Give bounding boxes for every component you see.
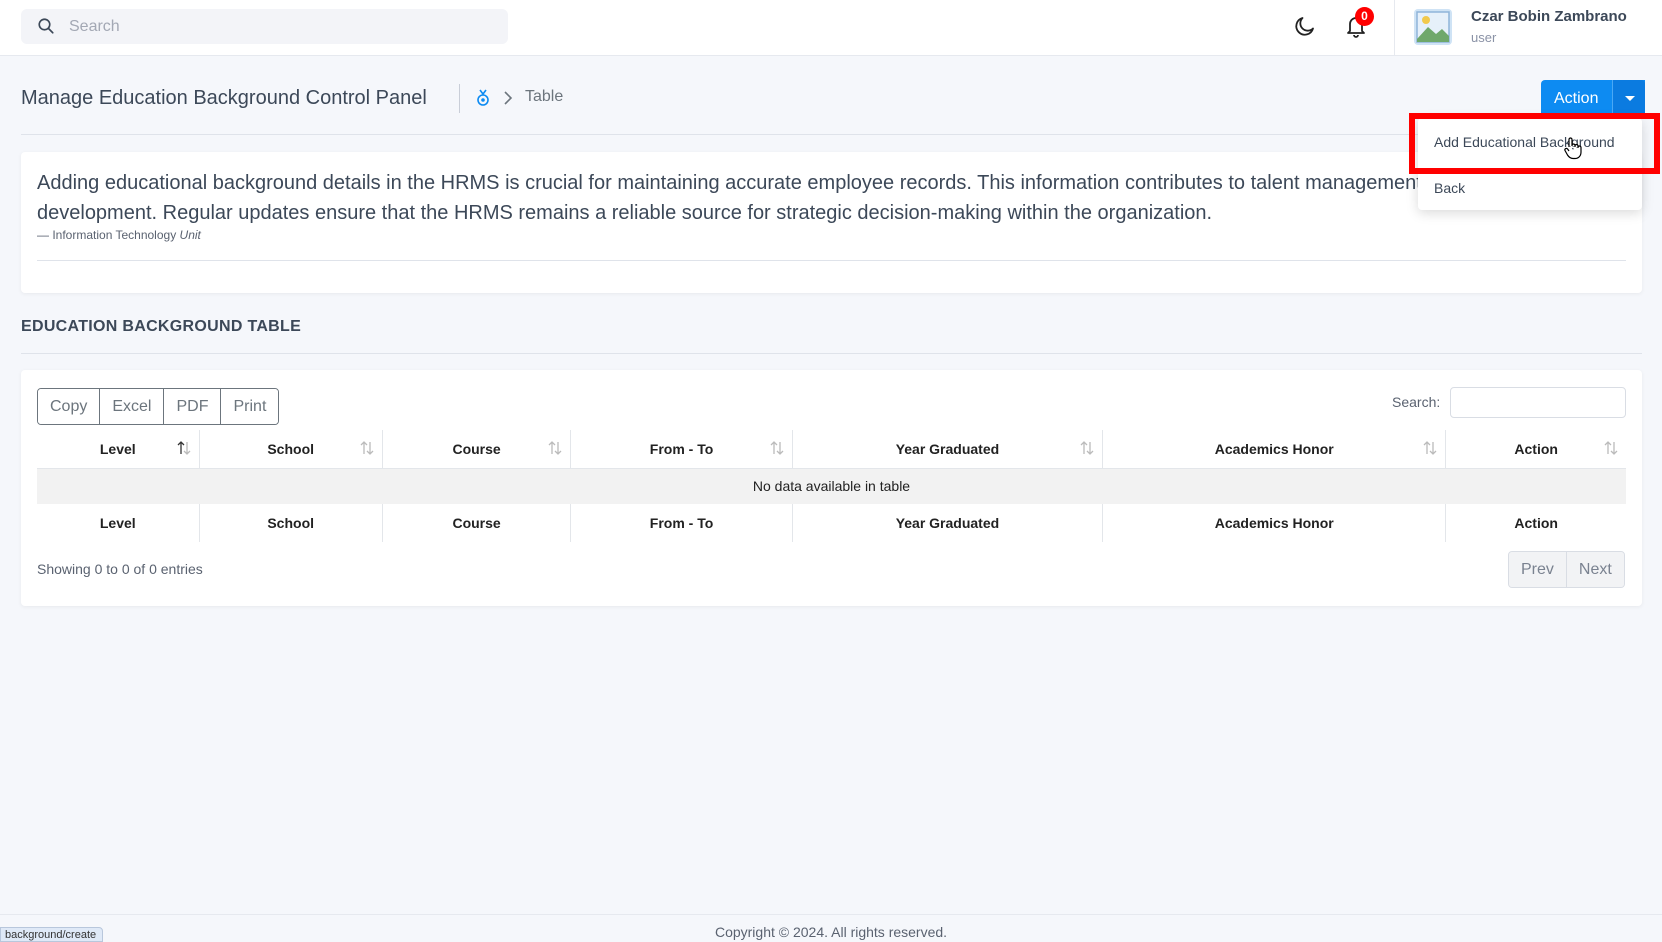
sort-icon[interactable]	[770, 440, 784, 456]
page-title: Manage Education Background Control Pane…	[21, 87, 427, 109]
action-dropdown-menu: Add Educational Background Back	[1418, 118, 1642, 210]
column-header-academics-honor[interactable]: Academics Honor	[1102, 430, 1447, 469]
user-name[interactable]: Czar Bobin Zambrano	[1471, 8, 1627, 25]
quote-attribution: — Information Technology Unit	[37, 228, 201, 242]
table-empty-row: No data available in table	[37, 468, 1626, 504]
sort-icon[interactable]	[1080, 440, 1094, 456]
header-divider-line	[21, 134, 1642, 135]
footer-column-school: School	[199, 504, 383, 542]
quote-source: Information Technology	[52, 228, 177, 242]
sort-icon[interactable]	[360, 440, 374, 456]
pagination: Prev Next	[1508, 551, 1625, 588]
footer-column-course: Course	[382, 504, 572, 542]
top-navbar: 0 Czar Bobin Zambrano user	[0, 0, 1662, 56]
quote-divider	[37, 260, 1626, 261]
footer-column-year-graduated: Year Graduated	[792, 504, 1104, 542]
footer-column-from-to: From - To	[570, 504, 793, 542]
quote-source-emphasis: Unit	[179, 228, 201, 242]
info-card: Adding educational background details in…	[21, 152, 1642, 293]
excel-button[interactable]: Excel	[100, 389, 165, 424]
next-page-button[interactable]: Next	[1565, 552, 1624, 587]
copyright-text: Copyright © 2024. All rights reserved.	[714, 924, 948, 940]
sort-asc-icon[interactable]	[177, 440, 191, 456]
footer-column-academics-honor: Academics Honor	[1102, 504, 1447, 542]
user-avatar[interactable]	[1414, 9, 1452, 45]
menu-item-back[interactable]: Back	[1434, 180, 1465, 196]
table-search-input[interactable]	[1450, 387, 1626, 418]
header-divider	[459, 84, 460, 113]
breadcrumb-current: Table	[525, 88, 564, 105]
table-info: Showing 0 to 0 of 0 entries	[37, 561, 203, 577]
breadcrumb-home-icon[interactable]	[476, 89, 490, 107]
column-header-course[interactable]: Course	[382, 430, 572, 469]
export-button-group: Copy Excel PDF Print	[37, 388, 280, 425]
column-header-year-graduated[interactable]: Year Graduated	[792, 430, 1104, 469]
education-table: Level School Course From - To Year Gradu…	[37, 430, 1626, 542]
section-title: EDUCATION BACKGROUND TABLE	[21, 318, 302, 335]
info-quote: Adding educational background details in…	[37, 172, 1642, 224]
breadcrumb-chevron-icon	[504, 91, 513, 105]
sort-icon[interactable]	[1604, 440, 1618, 456]
user-role: user	[1471, 30, 1497, 45]
sort-icon[interactable]	[1423, 440, 1437, 456]
footer-divider	[0, 914, 1662, 915]
print-button[interactable]: Print	[221, 389, 279, 424]
status-bar-url: background/create	[0, 927, 104, 942]
hand-cursor-icon	[1564, 137, 1582, 160]
footer-column-level: Level	[37, 504, 200, 542]
footer-column-action: Action	[1514, 515, 1558, 531]
navbar-divider	[1394, 0, 1395, 56]
dark-mode-toggle-icon[interactable]	[1293, 14, 1317, 38]
global-search-input[interactable]	[69, 9, 499, 44]
prev-page-button[interactable]: Prev	[1509, 552, 1566, 587]
search-icon	[38, 18, 54, 34]
pdf-button[interactable]: PDF	[164, 389, 222, 424]
column-header-school[interactable]: School	[199, 430, 383, 469]
column-header-from-to[interactable]: From - To	[570, 430, 793, 469]
copy-button[interactable]: Copy	[38, 389, 101, 424]
column-header-level[interactable]: Level	[37, 430, 200, 469]
table-footer-row: Level School Course From - To Year Gradu…	[37, 504, 1626, 542]
global-search[interactable]	[21, 9, 508, 44]
table-card: Copy Excel PDF Print Search: Level Schoo…	[21, 370, 1642, 606]
menu-item-add-educational-background[interactable]: Add Educational Background	[1434, 134, 1615, 150]
empty-message: No data available in table	[37, 468, 1626, 504]
sort-icon[interactable]	[548, 440, 562, 456]
table-header-row: Level School Course From - To Year Gradu…	[37, 430, 1626, 469]
notification-count-badge: 0	[1355, 7, 1374, 26]
column-header-action[interactable]: Action	[1445, 430, 1626, 469]
table-search-label: Search:	[1392, 394, 1441, 410]
section-divider	[21, 353, 1642, 354]
action-dropdown-toggle[interactable]	[1612, 80, 1645, 117]
